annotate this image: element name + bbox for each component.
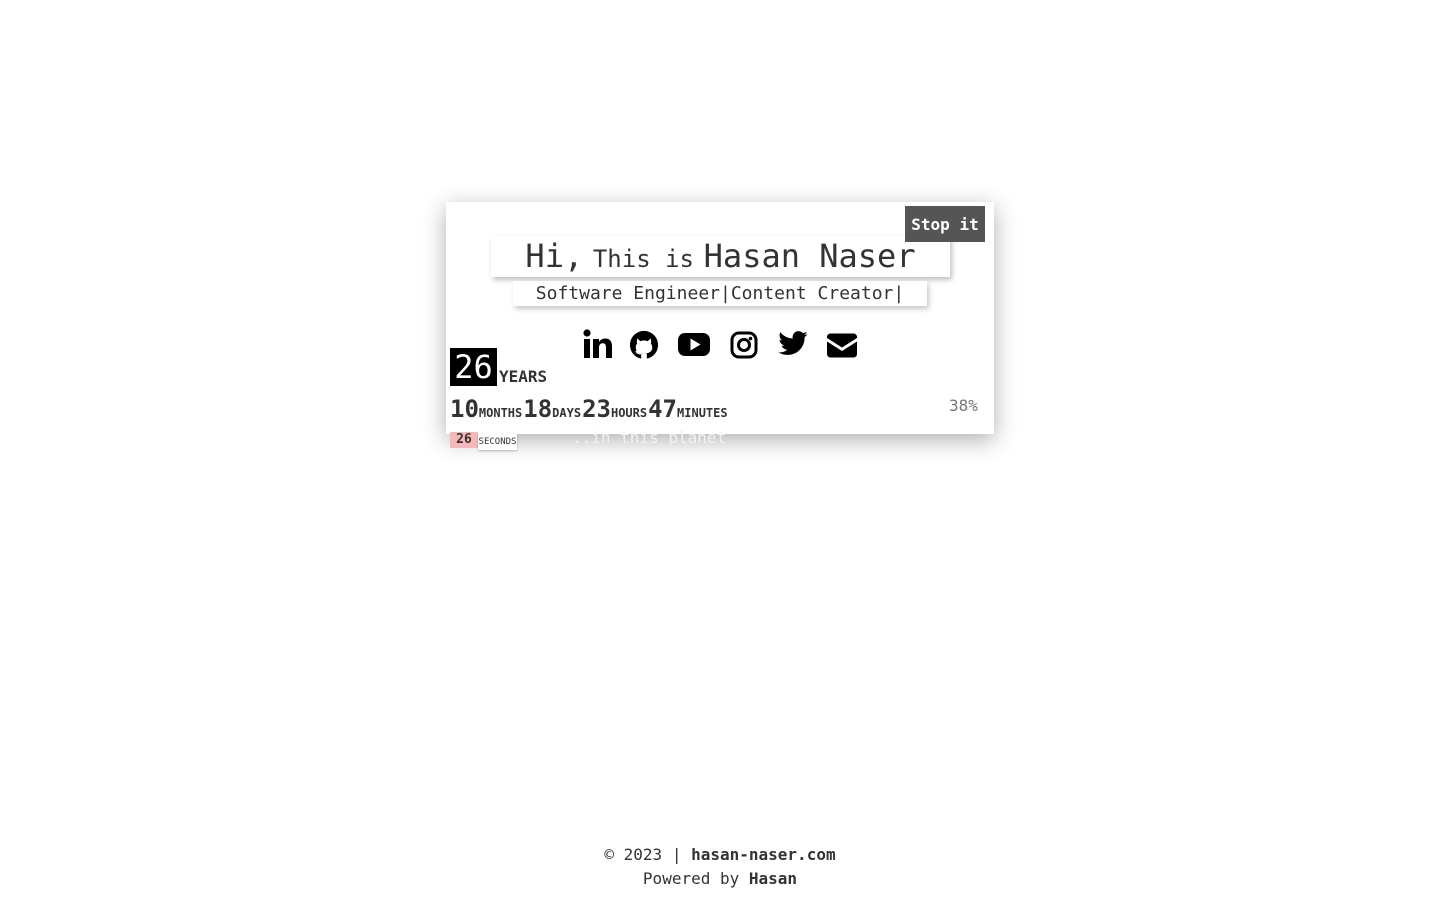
- age-years-label: YEARS: [499, 367, 548, 386]
- email-link[interactable]: [826, 328, 858, 364]
- age-seconds-label: SECONDS: [478, 434, 517, 450]
- stop-it-button[interactable]: Stop it: [905, 206, 985, 242]
- age-seconds-value: 26: [450, 432, 478, 448]
- age-minutes-label: MINUTES: [677, 406, 728, 420]
- youtube-icon: [678, 333, 710, 356]
- author-link[interactable]: Hasan: [749, 869, 797, 888]
- age-years-value: 26: [450, 348, 497, 386]
- age-days-label: DAYS: [552, 406, 582, 420]
- this-is-text: This is: [592, 245, 695, 273]
- github-icon: [629, 330, 659, 359]
- age-months-label: MONTHS: [478, 406, 523, 420]
- age-hours-label: HOURS: [610, 406, 648, 420]
- page-title: Hi, This is Hasan Naser: [491, 236, 950, 277]
- youtube-link[interactable]: [677, 328, 711, 364]
- footer-powered-line: Powered by Hasan: [0, 867, 1440, 891]
- social-links: [580, 328, 860, 364]
- twitter-icon: [778, 331, 808, 355]
- instagram-icon: [730, 331, 758, 359]
- year-progress-percent: 38%: [949, 396, 978, 415]
- copyright-text: © 2023 |: [604, 845, 692, 864]
- planet-caption: ..in this planet: [572, 428, 727, 447]
- age-breakdown: 10MONTHS18DAYS23HOURS47MINUTES: [450, 395, 729, 423]
- subtitle: Software Engineer|Content Creator|: [513, 281, 927, 306]
- site-link[interactable]: hasan-naser.com: [691, 845, 836, 864]
- instagram-link[interactable]: [730, 328, 758, 364]
- linkedin-link[interactable]: [582, 328, 612, 364]
- age-months-value: 10: [450, 395, 479, 423]
- footer-copyright-line: © 2023 | hasan-naser.com: [0, 843, 1440, 867]
- age-minutes-value: 47: [648, 395, 678, 423]
- name-text: Hasan Naser: [703, 237, 916, 275]
- twitter-link[interactable]: [777, 328, 809, 364]
- age-days-value: 18: [523, 395, 553, 423]
- powered-by-text: Powered by: [642, 869, 749, 888]
- age-hours-value: 23: [582, 395, 611, 423]
- footer: © 2023 | hasan-naser.com Powered by Hasa…: [0, 843, 1440, 891]
- envelope-icon: [827, 333, 857, 358]
- github-link[interactable]: [629, 328, 659, 364]
- linkedin-icon: [583, 329, 612, 358]
- greeting-text: Hi,: [525, 237, 584, 275]
